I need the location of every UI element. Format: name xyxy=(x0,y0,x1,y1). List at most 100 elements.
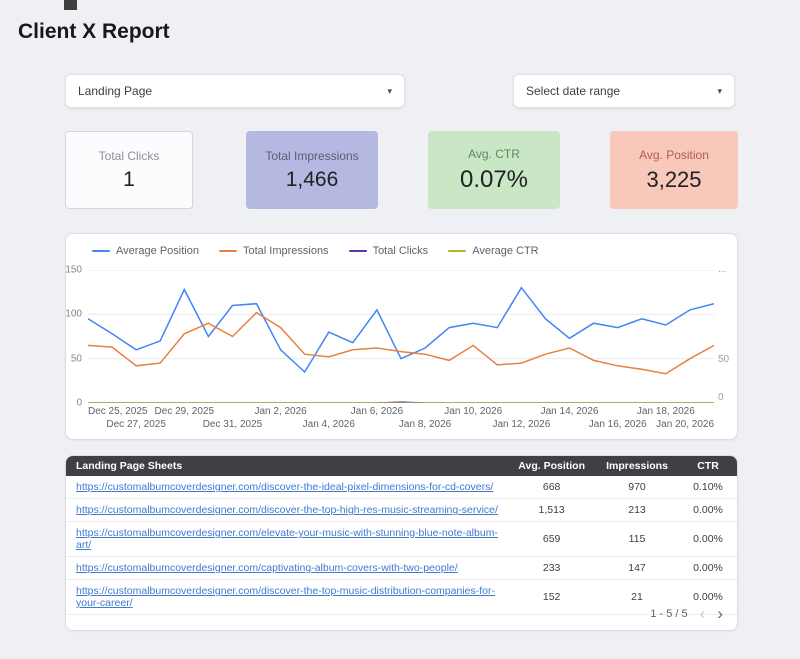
scorecard-value: 1 xyxy=(123,168,135,192)
x-axis: Dec 25, 2025 Dec 29, 2025 Jan 2, 2026 Jan 6… xyxy=(88,406,714,434)
y-left-tick: 150 xyxy=(65,265,82,276)
logo-mark xyxy=(64,0,77,10)
ctr-cell: 0.00% xyxy=(679,522,737,557)
impressions-cell: 147 xyxy=(595,557,679,580)
col-ctr: CTR xyxy=(679,456,737,476)
impressions-cell: 970 xyxy=(595,476,679,499)
landing-page-cell: https://customalbumcoverdesigner.com/dis… xyxy=(66,499,508,522)
impressions-cell: 115 xyxy=(595,522,679,557)
avg-position-cell: 233 xyxy=(508,557,595,580)
avg-position-cell: 1,513 xyxy=(508,499,595,522)
next-page-button[interactable]: › xyxy=(717,605,723,622)
scorecard-label: Total Impressions xyxy=(265,149,358,163)
legend-swatch-icon xyxy=(92,250,110,252)
y-axis-right: ... 50 0 xyxy=(718,270,738,403)
x-axis-tick: Jan 6, 2026 xyxy=(351,406,403,417)
impressions-cell: 213 xyxy=(595,499,679,522)
landing-page-link[interactable]: https://customalbumcoverdesigner.com/cap… xyxy=(76,562,458,574)
ctr-cell: 0.00% xyxy=(679,499,737,522)
y-left-tick: 100 xyxy=(65,309,82,320)
chart-legend: Average Position Total Impressions Total C… xyxy=(92,245,539,257)
legend-label: Average CTR xyxy=(472,245,538,257)
x-axis-tick: Jan 10, 2026 xyxy=(444,406,502,417)
avg-position-cell: 659 xyxy=(508,522,595,557)
y-right-ellipsis: ... xyxy=(718,264,726,275)
scorecard-value: 1,466 xyxy=(286,168,339,192)
scorecard-label: Avg. Position xyxy=(639,148,709,162)
landing-page-link[interactable]: https://customalbumcoverdesigner.com/dis… xyxy=(76,585,495,609)
avg-position-cell: 668 xyxy=(508,476,595,499)
scorecard-avg-ctr: Avg. CTR 0.07% xyxy=(428,131,560,209)
x-axis-tick: Dec 25, 2025 xyxy=(88,406,148,417)
legend-swatch-icon xyxy=(448,250,466,252)
table-row: https://customalbumcoverdesigner.com/ele… xyxy=(66,522,737,557)
series-total-impressions xyxy=(88,313,714,374)
legend-item[interactable]: Average CTR xyxy=(448,245,538,257)
date-range-filter-value: Select date range xyxy=(526,84,620,98)
landing-page-filter-value: Landing Page xyxy=(78,84,152,98)
landing-pages-table: Landing Page Sheets Avg. Position Impres… xyxy=(66,456,737,615)
y-right-tick: 0 xyxy=(718,392,724,403)
x-axis-tick: Jan 12, 2026 xyxy=(492,419,550,430)
x-axis-tick: Jan 14, 2026 xyxy=(541,406,599,417)
pagination: 1 - 5 / 5 ‹ › xyxy=(650,605,723,622)
table-header: Landing Page Sheets Avg. Position Impres… xyxy=(66,456,737,476)
line-chart[interactable] xyxy=(88,270,714,403)
y-right-tick: 50 xyxy=(718,354,729,365)
landing-page-cell: https://customalbumcoverdesigner.com/dis… xyxy=(66,476,508,499)
col-landing-page-sheets: Landing Page Sheets xyxy=(66,456,508,476)
x-axis-tick: Jan 20, 2026 xyxy=(656,419,714,430)
prev-page-button[interactable]: ‹ xyxy=(700,605,706,622)
legend-swatch-icon xyxy=(219,250,237,252)
dashboard-page: Client X Report Landing Page ▾ Select da… xyxy=(0,0,800,659)
x-axis-tick: Dec 31, 2025 xyxy=(203,419,263,430)
scorecard-label: Total Clicks xyxy=(99,149,160,163)
landing-pages-table-card: Landing Page Sheets Avg. Position Impres… xyxy=(65,455,738,631)
avg-position-cell: 152 xyxy=(508,580,595,615)
legend-item[interactable]: Total Impressions xyxy=(219,245,329,257)
scorecard-total-clicks: Total Clicks 1 xyxy=(65,131,193,209)
col-avg-position: Avg. Position xyxy=(508,456,595,476)
landing-page-link[interactable]: https://customalbumcoverdesigner.com/ele… xyxy=(76,527,498,551)
table-row: https://customalbumcoverdesigner.com/dis… xyxy=(66,499,737,522)
y-left-tick: 0 xyxy=(76,398,82,409)
landing-page-cell: https://customalbumcoverdesigner.com/ele… xyxy=(66,522,508,557)
y-axis-left: 050100150 xyxy=(66,270,84,403)
page-title: Client X Report xyxy=(18,20,170,44)
legend-item[interactable]: Total Clicks xyxy=(349,245,429,257)
table-row: https://customalbumcoverdesigner.com/dis… xyxy=(66,476,737,499)
legend-item[interactable]: Average Position xyxy=(92,245,199,257)
landing-page-cell: https://customalbumcoverdesigner.com/cap… xyxy=(66,557,508,580)
legend-label: Average Position xyxy=(116,245,199,257)
scorecard-label: Avg. CTR xyxy=(468,147,520,161)
table-row: https://customalbumcoverdesigner.com/cap… xyxy=(66,557,737,580)
x-axis-tick: Dec 29, 2025 xyxy=(155,406,215,417)
legend-label: Total Impressions xyxy=(243,245,329,257)
ctr-cell: 0.00% xyxy=(679,557,737,580)
legend-swatch-icon xyxy=(349,250,367,252)
x-axis-tick: Jan 8, 2026 xyxy=(399,419,451,430)
scorecard-value: 3,225 xyxy=(646,167,701,193)
col-impressions: Impressions xyxy=(595,456,679,476)
table-row: https://customalbumcoverdesigner.com/dis… xyxy=(66,580,737,615)
chevron-down-icon: ▾ xyxy=(717,86,722,97)
timeseries-chart-card: Average Position Total Impressions Total C… xyxy=(65,233,738,440)
landing-page-link[interactable]: https://customalbumcoverdesigner.com/dis… xyxy=(76,504,498,516)
pagination-range: 1 - 5 / 5 xyxy=(650,608,687,620)
scorecard-avg-position: Avg. Position 3,225 xyxy=(610,131,738,209)
series-average-position xyxy=(88,288,714,372)
x-axis-tick: Jan 2, 2026 xyxy=(254,406,306,417)
chevron-down-icon: ▾ xyxy=(387,86,392,97)
table-body: https://customalbumcoverdesigner.com/dis… xyxy=(66,476,737,615)
x-axis-tick: Dec 27, 2025 xyxy=(106,419,166,430)
date-range-filter[interactable]: Select date range ▾ xyxy=(513,74,735,108)
landing-page-link[interactable]: https://customalbumcoverdesigner.com/dis… xyxy=(76,481,493,493)
legend-label: Total Clicks xyxy=(373,245,429,257)
x-axis-tick: Jan 4, 2026 xyxy=(303,419,355,430)
landing-page-cell: https://customalbumcoverdesigner.com/dis… xyxy=(66,580,508,615)
x-axis-tick: Jan 18, 2026 xyxy=(637,406,695,417)
y-left-tick: 50 xyxy=(71,353,82,364)
landing-page-filter[interactable]: Landing Page ▾ xyxy=(65,74,405,108)
ctr-cell: 0.10% xyxy=(679,476,737,499)
scorecard-total-impressions: Total Impressions 1,466 xyxy=(246,131,378,209)
